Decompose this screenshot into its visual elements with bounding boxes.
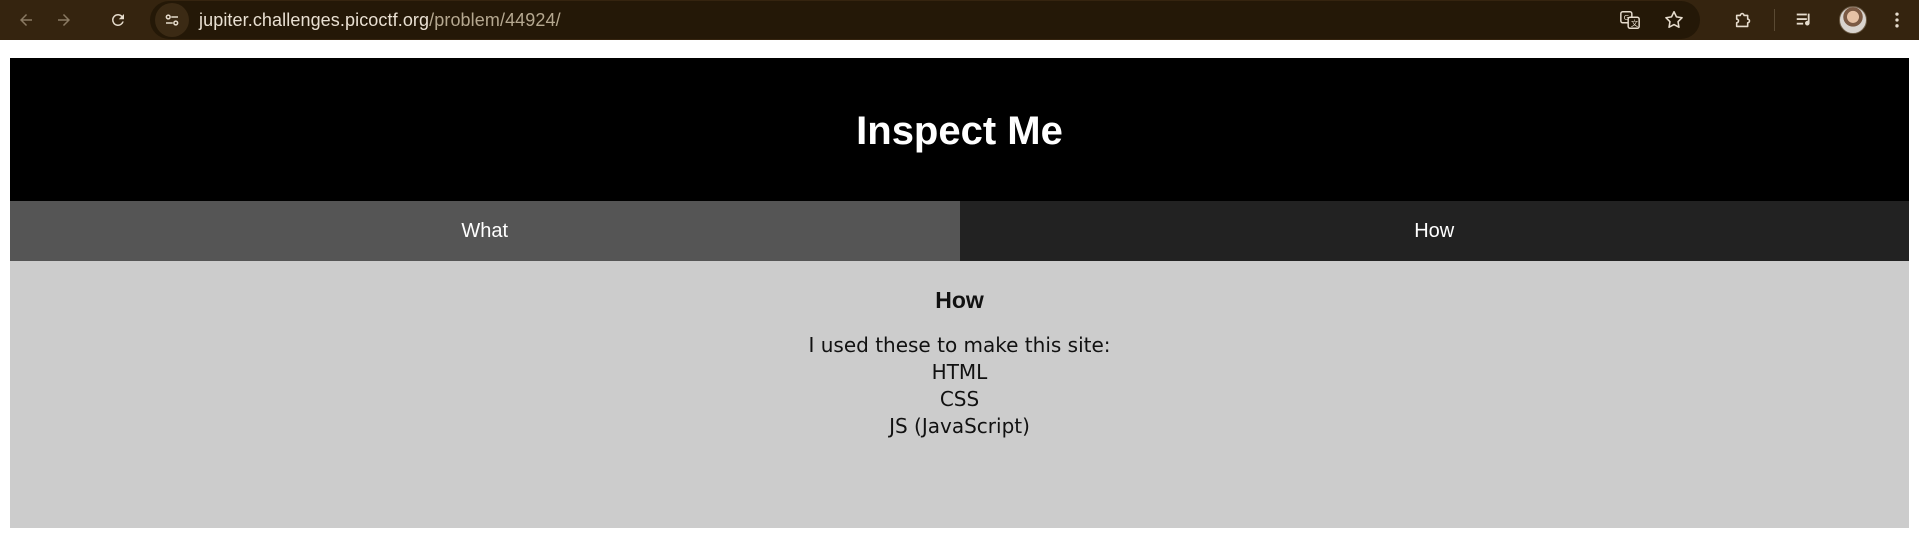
page-viewport: Inspect Me What How How I used these to … <box>0 40 1919 536</box>
translate-button[interactable]: G文 <box>1618 8 1642 32</box>
puzzle-icon <box>1735 12 1751 28</box>
reload-icon <box>112 13 124 26</box>
url-host: jupiter.challenges.picoctf.org <box>199 9 430 30</box>
browser-toolbar: jupiter.challenges.picoctf.org/problem/4… <box>0 0 1919 40</box>
site-info-button[interactable] <box>155 3 189 37</box>
section-intro: I used these to make this site: <box>808 333 1111 357</box>
kebab-menu-icon <box>1895 12 1899 28</box>
reload-button[interactable] <box>100 2 136 38</box>
section-heading: How <box>935 287 984 313</box>
back-button[interactable] <box>8 2 44 38</box>
tech-item-css: CSS <box>939 387 980 411</box>
bookmark-button[interactable] <box>1662 8 1686 32</box>
address-bar[interactable]: jupiter.challenges.picoctf.org/problem/4… <box>150 1 1700 39</box>
url-path: /problem/44924/ <box>429 9 561 30</box>
extensions-button[interactable] <box>1732 8 1756 32</box>
toolbar-separator <box>1774 9 1775 31</box>
tech-item-html: HTML <box>931 360 988 384</box>
queue-music-icon <box>1796 13 1810 26</box>
star-icon <box>1665 10 1683 29</box>
tab-bar: What How <box>10 201 1909 261</box>
tune-icon <box>165 14 179 26</box>
forward-button[interactable] <box>46 2 82 38</box>
svg-text:文: 文 <box>1631 19 1639 28</box>
arrow-left-icon <box>20 14 32 26</box>
media-controls-button[interactable] <box>1793 8 1817 32</box>
arrow-right-icon <box>58 14 70 26</box>
url-text[interactable]: jupiter.challenges.picoctf.org/problem/4… <box>199 10 561 31</box>
avatar[interactable] <box>1839 6 1867 34</box>
tab-content-how: How I used these to make this site: HTML… <box>10 261 1909 528</box>
page-title: Inspect Me <box>856 109 1063 153</box>
menu-button[interactable] <box>1885 8 1909 32</box>
tab-what[interactable]: What <box>10 201 960 261</box>
site-header: Inspect Me <box>10 58 1909 201</box>
tech-item-js: JS (JavaScript) <box>889 414 1030 438</box>
tab-how[interactable]: How <box>959 201 1909 261</box>
translate-icon: G文 <box>1620 11 1640 29</box>
